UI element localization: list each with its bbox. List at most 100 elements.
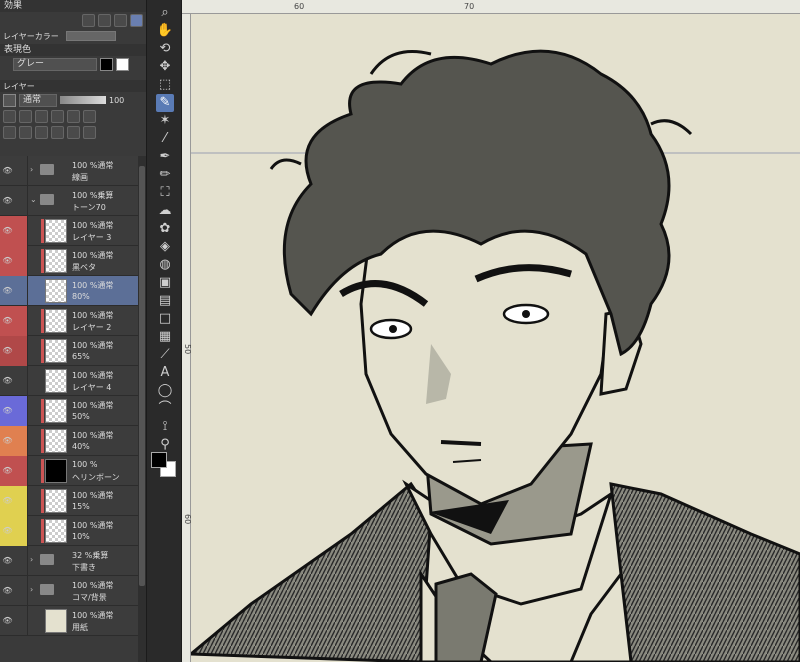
layer-row[interactable]: 👁 100 %通常 レイヤー 3 — [0, 216, 138, 246]
effect-tone-button[interactable] — [114, 13, 127, 27]
text-icon[interactable]: A — [156, 364, 174, 382]
effect-border-button[interactable] — [98, 13, 111, 27]
opacity-slider[interactable] — [60, 96, 106, 104]
layer-scrollbar[interactable] — [138, 156, 146, 662]
main-color-swatch[interactable] — [151, 452, 167, 468]
layer-row[interactable]: 👁 100 %通常 用紙 — [0, 606, 138, 636]
lock-toggle[interactable] — [14, 456, 28, 486]
gradient-icon[interactable]: ▤ — [156, 292, 174, 310]
layer-row[interactable]: 👁 100 %通常 40% — [0, 426, 138, 456]
new-vector-icon[interactable] — [19, 125, 32, 139]
search-icon[interactable]: ⌕ — [156, 4, 174, 22]
effect-none-button[interactable] — [82, 13, 95, 27]
layer-row[interactable]: 👁 › 100 %通常 線画 — [0, 156, 138, 186]
layer-row[interactable]: 👁 100 %通常 10% — [0, 516, 138, 546]
visibility-eye-icon[interactable]: 👁 — [2, 255, 13, 266]
brush-icon[interactable]: ⛶ — [156, 184, 174, 202]
visibility-eye-icon[interactable]: 👁 — [2, 555, 13, 566]
visibility-eye-icon[interactable]: 👁 — [2, 495, 13, 506]
lock-toggle[interactable] — [14, 246, 28, 276]
opacity-value[interactable]: 100 — [109, 96, 124, 105]
effect-watercolor-button[interactable] — [130, 13, 143, 27]
new-layer-icon[interactable] — [3, 125, 16, 139]
visibility-eye-icon[interactable]: 👁 — [2, 435, 13, 446]
visibility-eye-icon[interactable]: 👁 — [2, 375, 13, 386]
palette-icon[interactable] — [83, 109, 96, 123]
airbrush-icon[interactable]: ☁ — [156, 202, 174, 220]
select-rect-icon[interactable]: ⬚ — [156, 76, 174, 94]
visibility-eye-icon[interactable]: 👁 — [2, 225, 13, 236]
layer-row[interactable]: 👁 100 %通常 15% — [0, 486, 138, 516]
lock-toggle[interactable] — [14, 276, 28, 306]
lock-toggle[interactable] — [14, 156, 28, 186]
layer-color-swatch[interactable] — [65, 31, 116, 41]
draft-icon[interactable] — [51, 109, 64, 123]
rotate-icon[interactable]: ⟲ — [156, 40, 174, 58]
express-white-swatch[interactable] — [116, 57, 129, 71]
lock-toggle[interactable] — [14, 396, 28, 426]
layer-row[interactable]: 👁 100 % ヘリンボーン — [0, 456, 138, 486]
visibility-eye-icon[interactable]: 👁 — [2, 285, 13, 296]
lock-toggle[interactable] — [14, 306, 28, 336]
layer-scroll-thumb[interactable] — [139, 166, 145, 586]
visibility-eye-icon[interactable]: 👁 — [2, 615, 13, 626]
folder-expand-icon[interactable]: › — [30, 165, 33, 174]
eyedropper-icon[interactable]: ⁄ — [156, 130, 174, 148]
layer-row[interactable]: 👁 › 32 %乗算 下書き — [0, 546, 138, 576]
lock-icon[interactable] — [3, 109, 16, 123]
layer-row[interactable]: 👁 100 %通常 黒ベタ — [0, 246, 138, 276]
pen-icon[interactable]: ✒ — [156, 148, 174, 166]
lock-toggle[interactable] — [14, 606, 28, 636]
lock-toggle[interactable] — [14, 366, 28, 396]
paper[interactable] — [191, 14, 800, 662]
balloon-icon[interactable]: ◯ — [156, 382, 174, 400]
layer-row[interactable]: 👁 100 %通常 50% — [0, 396, 138, 426]
blend-icon[interactable]: ◍ — [156, 256, 174, 274]
visibility-eye-icon[interactable]: 👁 — [2, 465, 13, 476]
deco-icon[interactable]: ✿ — [156, 220, 174, 238]
pen-select-icon[interactable]: ✎ — [156, 94, 174, 112]
ruler-icon[interactable]: ⟋ — [156, 346, 174, 364]
visibility-eye-icon[interactable]: 👁 — [2, 585, 13, 596]
reference-icon[interactable] — [35, 109, 48, 123]
new-folder-icon[interactable] — [35, 125, 48, 139]
express-black-swatch[interactable] — [100, 57, 113, 71]
lock-toggle[interactable] — [14, 486, 28, 516]
visibility-eye-icon[interactable]: 👁 — [2, 345, 13, 356]
express-color-select[interactable]: グレー — [13, 57, 97, 71]
lock-toggle[interactable] — [14, 576, 28, 606]
magic-wand-icon[interactable]: ✶ — [156, 112, 174, 130]
visibility-eye-icon[interactable]: 👁 — [2, 165, 13, 176]
folder-expand-icon[interactable]: › — [30, 555, 33, 564]
visibility-eye-icon[interactable]: 👁 — [2, 525, 13, 536]
fill-icon[interactable]: ▣ — [156, 274, 174, 292]
shape-icon[interactable]: □ — [156, 310, 174, 328]
mask-icon[interactable] — [67, 109, 80, 123]
folder-expand-icon[interactable]: › — [30, 585, 33, 594]
visibility-eye-icon[interactable]: 👁 — [2, 315, 13, 326]
new-mask-icon[interactable] — [67, 125, 80, 139]
lock-toggle[interactable] — [14, 216, 28, 246]
layer-row[interactable]: 👁 100 %通常 レイヤー 2 — [0, 306, 138, 336]
visibility-eye-icon[interactable]: 👁 — [2, 195, 13, 206]
lock-toggle[interactable] — [14, 516, 28, 546]
correct-line-icon[interactable]: ⟟ — [156, 418, 174, 436]
lock-toggle[interactable] — [14, 186, 28, 216]
merge-icon[interactable] — [51, 125, 64, 139]
layer-row[interactable]: 👁 ⌄ 100 %乗算 トーン70 — [0, 186, 138, 216]
layer-row[interactable]: 👁 100 %通常 80% — [0, 276, 138, 306]
pencil-icon[interactable]: ✏ — [156, 166, 174, 184]
clip-icon[interactable] — [19, 109, 32, 123]
layer-row[interactable]: 👁 › 100 %通常 コマ/背景 — [0, 576, 138, 606]
frame-icon[interactable]: ▦ — [156, 328, 174, 346]
line-icon[interactable]: ⌒ — [156, 400, 174, 418]
layer-row[interactable]: 👁 100 %通常 65% — [0, 336, 138, 366]
trash-icon[interactable] — [83, 125, 96, 139]
canvas-area[interactable]: 60 70 50 60 — [182, 0, 800, 662]
layer-row[interactable]: 👁 100 %通常 レイヤー 4 — [0, 366, 138, 396]
eraser-icon[interactable]: ◈ — [156, 238, 174, 256]
blend-mode-select[interactable]: 通常 — [19, 93, 57, 107]
lock-toggle[interactable] — [14, 426, 28, 456]
layer-tab[interactable]: レイヤー — [3, 81, 35, 92]
lock-toggle[interactable] — [14, 336, 28, 366]
